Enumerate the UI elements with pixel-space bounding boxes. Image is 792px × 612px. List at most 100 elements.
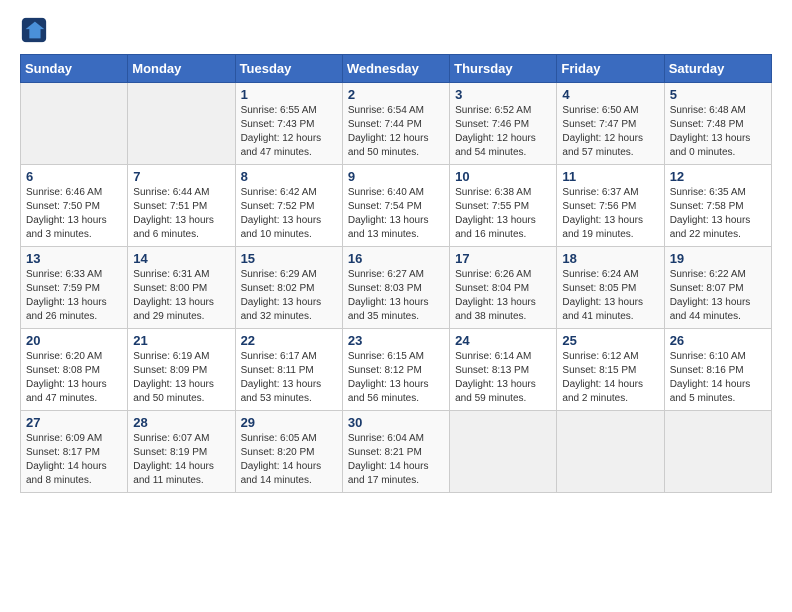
day-number: 12 [670,169,766,184]
calendar-week-row: 1Sunrise: 6:55 AMSunset: 7:43 PMDaylight… [21,83,772,165]
day-info: Sunrise: 6:10 AMSunset: 8:16 PMDaylight:… [670,350,766,406]
day-info: Sunrise: 6:33 AMSunset: 7:59 PMDaylight:… [26,268,122,324]
day-info: Sunrise: 6:20 AMSunset: 8:08 PMDaylight:… [26,350,122,406]
calendar-cell [664,411,771,493]
calendar-week-row: 27 Sunrise: 6:09 AMSunset: 8:17 PMDayligh… [21,411,772,493]
day-info: Sunrise: 6:27 AMSunset: 8:03 PMDaylight:… [348,268,444,324]
day-info: Sunrise: 6:37 AMSunset: 7:56 PMDaylight:… [562,186,658,242]
day-info: Sunrise: 6:04 AMSunset: 8:21 PMDaylight:… [348,432,444,488]
day-number: 17 [455,251,551,266]
day-info: Sunrise: 6:15 AMSunset: 8:12 PMDaylight:… [348,350,444,406]
day-info: Sunrise: 6:50 AMSunset: 7:47 PMDaylight:… [562,104,658,160]
weekday-header: Friday [557,55,664,83]
weekday-header: Sunday [21,55,128,83]
day-number: 23 [348,333,444,348]
day-info: Sunrise: 6:22 AMSunset: 8:07 PMDaylight:… [670,268,766,324]
day-number: 11 [562,169,658,184]
calendar-cell: 11 Sunrise: 6:37 AMSunset: 7:56 PMDayligh… [557,165,664,247]
calendar-cell: 13 Sunrise: 6:33 AMSunset: 7:59 PMDayligh… [21,247,128,329]
calendar-cell: 18 Sunrise: 6:24 AMSunset: 8:05 PMDayligh… [557,247,664,329]
calendar-cell: 2Sunrise: 6:54 AMSunset: 7:44 PMDaylight… [342,83,449,165]
day-number: 6 [26,169,122,184]
calendar-cell: 8 Sunrise: 6:42 AMSunset: 7:52 PMDaylight… [235,165,342,247]
page: SundayMondayTuesdayWednesdayThursdayFrid… [0,0,792,612]
day-number: 13 [26,251,122,266]
day-info: Sunrise: 6:55 AMSunset: 7:43 PMDaylight:… [241,104,337,160]
day-number: 10 [455,169,551,184]
calendar-cell: 17 Sunrise: 6:26 AMSunset: 8:04 PMDayligh… [450,247,557,329]
calendar-cell [21,83,128,165]
day-number: 15 [241,251,337,266]
day-number: 2 [348,87,444,102]
calendar-cell: 20 Sunrise: 6:20 AMSunset: 8:08 PMDayligh… [21,329,128,411]
day-number: 19 [670,251,766,266]
day-number: 21 [133,333,229,348]
day-info: Sunrise: 6:46 AMSunset: 7:50 PMDaylight:… [26,186,122,242]
day-number: 4 [562,87,658,102]
day-info: Sunrise: 6:44 AMSunset: 7:51 PMDaylight:… [133,186,229,242]
day-info: Sunrise: 6:40 AMSunset: 7:54 PMDaylight:… [348,186,444,242]
day-info: Sunrise: 6:42 AMSunset: 7:52 PMDaylight:… [241,186,337,242]
calendar-cell: 19 Sunrise: 6:22 AMSunset: 8:07 PMDayligh… [664,247,771,329]
calendar-cell [450,411,557,493]
day-info: Sunrise: 6:05 AMSunset: 8:20 PMDaylight:… [241,432,337,488]
day-info: Sunrise: 6:17 AMSunset: 8:11 PMDaylight:… [241,350,337,406]
calendar-cell: 14Sunrise: 6:31 AMSunset: 8:00 PMDayligh… [128,247,235,329]
day-info: Sunrise: 6:48 AMSunset: 7:48 PMDaylight:… [670,104,766,160]
day-number: 9 [348,169,444,184]
day-number: 27 [26,415,122,430]
calendar-table: SundayMondayTuesdayWednesdayThursdayFrid… [20,54,772,493]
calendar-cell: 23 Sunrise: 6:15 AMSunset: 8:12 PMDayligh… [342,329,449,411]
weekday-header: Wednesday [342,55,449,83]
day-number: 18 [562,251,658,266]
day-number: 26 [670,333,766,348]
calendar-cell: 4 Sunrise: 6:50 AMSunset: 7:47 PMDaylight… [557,83,664,165]
day-info: Sunrise: 6:19 AMSunset: 8:09 PMDaylight:… [133,350,229,406]
day-number: 16 [348,251,444,266]
day-number: 7 [133,169,229,184]
day-number: 5 [670,87,766,102]
calendar-cell: 7 Sunrise: 6:44 AMSunset: 7:51 PMDaylight… [128,165,235,247]
calendar-cell: 26 Sunrise: 6:10 AMSunset: 8:16 PMDayligh… [664,329,771,411]
calendar-header-row: SundayMondayTuesdayWednesdayThursdayFrid… [21,55,772,83]
calendar-cell: 24Sunrise: 6:14 AMSunset: 8:13 PMDayligh… [450,329,557,411]
calendar-cell: 9 Sunrise: 6:40 AMSunset: 7:54 PMDaylight… [342,165,449,247]
day-info: Sunrise: 6:14 AMSunset: 8:13 PMDaylight:… [455,350,551,406]
day-info: Sunrise: 6:07 AMSunset: 8:19 PMDaylight:… [133,432,229,488]
weekday-header: Tuesday [235,55,342,83]
day-number: 28 [133,415,229,430]
weekday-header: Saturday [664,55,771,83]
calendar-cell: 12 Sunrise: 6:35 AMSunset: 7:58 PMDayligh… [664,165,771,247]
day-number: 20 [26,333,122,348]
calendar-cell: 21 Sunrise: 6:19 AMSunset: 8:09 PMDayligh… [128,329,235,411]
calendar-cell: 5 Sunrise: 6:48 AMSunset: 7:48 PMDaylight… [664,83,771,165]
day-info: Sunrise: 6:31 AMSunset: 8:00 PMDaylight:… [133,268,229,324]
weekday-header: Thursday [450,55,557,83]
calendar-cell: 25Sunrise: 6:12 AMSunset: 8:15 PMDayligh… [557,329,664,411]
day-number: 8 [241,169,337,184]
day-info: Sunrise: 6:12 AMSunset: 8:15 PMDaylight:… [562,350,658,406]
calendar-week-row: 20 Sunrise: 6:20 AMSunset: 8:08 PMDayligh… [21,329,772,411]
calendar-cell: 1Sunrise: 6:55 AMSunset: 7:43 PMDaylight… [235,83,342,165]
day-info: Sunrise: 6:24 AMSunset: 8:05 PMDaylight:… [562,268,658,324]
header [20,16,772,44]
day-info: Sunrise: 6:35 AMSunset: 7:58 PMDaylight:… [670,186,766,242]
calendar-cell [557,411,664,493]
day-info: Sunrise: 6:26 AMSunset: 8:04 PMDaylight:… [455,268,551,324]
weekday-header: Monday [128,55,235,83]
calendar-week-row: 13 Sunrise: 6:33 AMSunset: 7:59 PMDayligh… [21,247,772,329]
day-number: 3 [455,87,551,102]
calendar-cell: 15Sunrise: 6:29 AMSunset: 8:02 PMDayligh… [235,247,342,329]
calendar-cell: 29Sunrise: 6:05 AMSunset: 8:20 PMDayligh… [235,411,342,493]
calendar-cell: 28 Sunrise: 6:07 AMSunset: 8:19 PMDayligh… [128,411,235,493]
day-info: Sunrise: 6:09 AMSunset: 8:17 PMDaylight:… [26,432,122,488]
calendar-cell: 3 Sunrise: 6:52 AMSunset: 7:46 PMDaylight… [450,83,557,165]
calendar-week-row: 6 Sunrise: 6:46 AMSunset: 7:50 PMDaylight… [21,165,772,247]
day-info: Sunrise: 6:52 AMSunset: 7:46 PMDaylight:… [455,104,551,160]
calendar-cell [128,83,235,165]
calendar-cell: 30 Sunrise: 6:04 AMSunset: 8:21 PMDayligh… [342,411,449,493]
calendar-cell: 22 Sunrise: 6:17 AMSunset: 8:11 PMDayligh… [235,329,342,411]
day-number: 30 [348,415,444,430]
logo [20,16,50,44]
day-number: 22 [241,333,337,348]
